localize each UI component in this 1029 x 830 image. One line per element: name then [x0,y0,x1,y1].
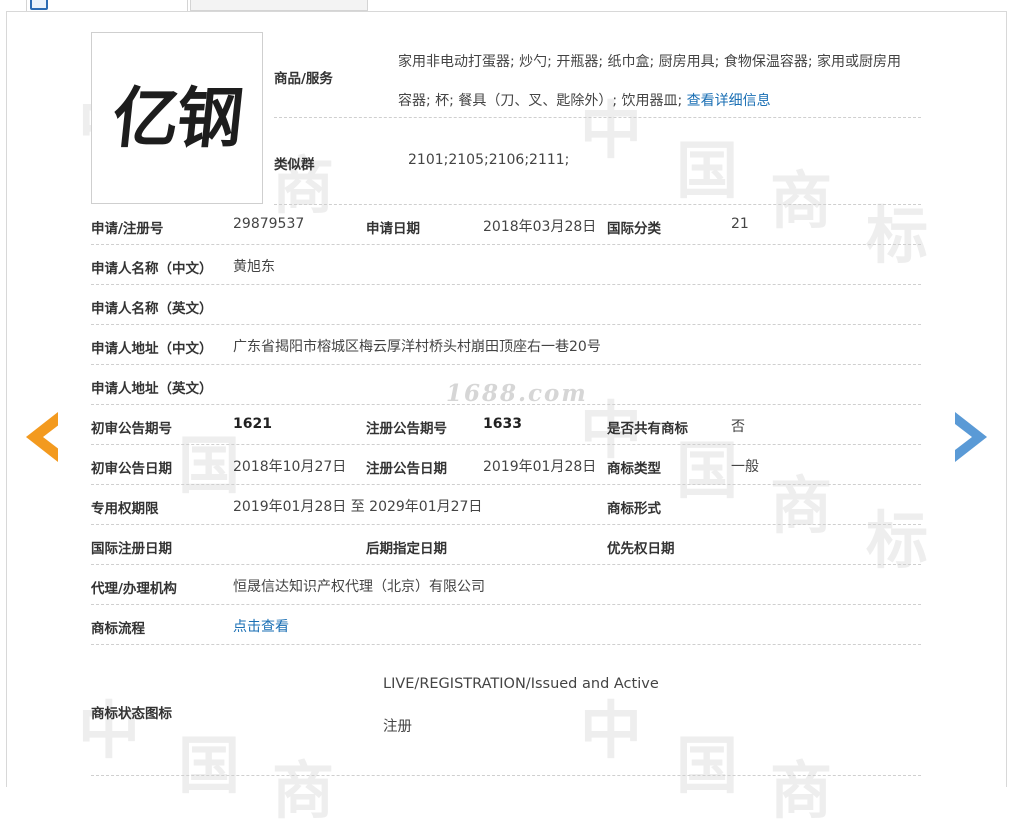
agent-label: 代理/办理机构 [91,581,177,597]
address-cn-value: 广东省揭阳市榕城区梅云厚洋村桥头村崩田顶座右一巷20号 [233,339,601,355]
intl-reg-date-label: 国际注册日期 [91,541,172,557]
goods-text: 家用非电动打蛋器; 炒勺; 开瓶器; 纸巾盒; 厨房用具; 食物保温容器; 家用… [398,54,901,109]
prelim-pub-no-label: 初审公告期号 [91,421,172,437]
divider [91,484,921,485]
divider [91,444,921,445]
divider [274,204,921,205]
intl-class-label: 国际分类 [607,221,661,237]
tm-form-label: 商标形式 [607,501,661,517]
status-line-en: LIVE/REGISTRATION/Issued and Active [383,676,659,692]
goods-label: 商品/服务 [274,71,333,87]
app-date-value: 2018年03月28日 [483,219,597,235]
tab-inactive[interactable] [190,0,368,11]
divider [91,644,921,645]
reg-no-label: 申请/注册号 [91,221,164,237]
similar-group-value: 2101;2105;2106;2111; [408,152,570,168]
intl-class-value: 21 [731,216,749,232]
address-en-label: 申请人地址（英文） [91,381,213,397]
exclusive-period-label: 专用权期限 [91,501,159,517]
similar-group-label: 类似群 [274,157,315,173]
trademark-logo-text: 亿钢 [108,79,246,157]
address-cn-label: 申请人地址（中文） [91,341,213,357]
prelim-pub-date-value: 2018年10月27日 [233,459,347,475]
reg-pub-no-label: 注册公告期号 [366,421,447,437]
applicant-cn-value: 黄旭东 [233,259,275,275]
applicant-cn-label: 申请人名称（中文） [91,261,213,277]
reg-pub-date-value: 2019年01月28日 [483,459,597,475]
reg-pub-no-value: 1633 [483,416,522,432]
divider [91,244,921,245]
site-watermark: 1688.com [446,380,588,407]
prelim-pub-no-value: 1621 [233,416,272,432]
tm-type-value: 一般 [731,459,759,475]
view-details-link[interactable]: 查看详细信息 [687,93,771,109]
divider [91,324,921,325]
document-icon [30,0,48,10]
previous-arrow-cutout [43,424,60,450]
view-process-link[interactable]: 点击查看 [233,616,289,636]
agent-value: 恒晟信达知识产权代理（北京）有限公司 [233,579,485,595]
trademark-image: 亿钢 [91,32,263,204]
shared-tm-value: 否 [731,419,745,435]
divider [91,604,921,605]
divider [274,117,921,118]
tm-type-label: 商标类型 [607,461,661,477]
divider [91,284,921,285]
priority-date-label: 优先权日期 [607,541,675,557]
status-line-cn: 注册 [383,719,412,735]
shared-tm-label: 是否共有商标 [607,421,688,437]
divider [91,364,921,365]
status-label: 商标状态图标 [91,706,172,722]
divider [91,564,921,565]
divider [91,775,921,776]
process-label: 商标流程 [91,621,145,637]
applicant-en-label: 申请人名称（英文） [91,301,213,317]
exclusive-period-value: 2019年01月28日 至 2029年01月27日 [233,499,483,515]
divider [91,404,921,405]
app-date-label: 申请日期 [366,221,420,237]
later-designation-label: 后期指定日期 [366,541,447,557]
goods-text-block: 家用非电动打蛋器; 炒勺; 开瓶器; 纸巾盒; 厨房用具; 食物保温容器; 家用… [398,43,912,121]
next-arrow-cutout [955,424,972,450]
divider [91,524,921,525]
reg-no-value: 29879537 [233,216,305,232]
reg-pub-date-label: 注册公告日期 [366,461,447,477]
prelim-pub-date-label: 初审公告日期 [91,461,172,477]
